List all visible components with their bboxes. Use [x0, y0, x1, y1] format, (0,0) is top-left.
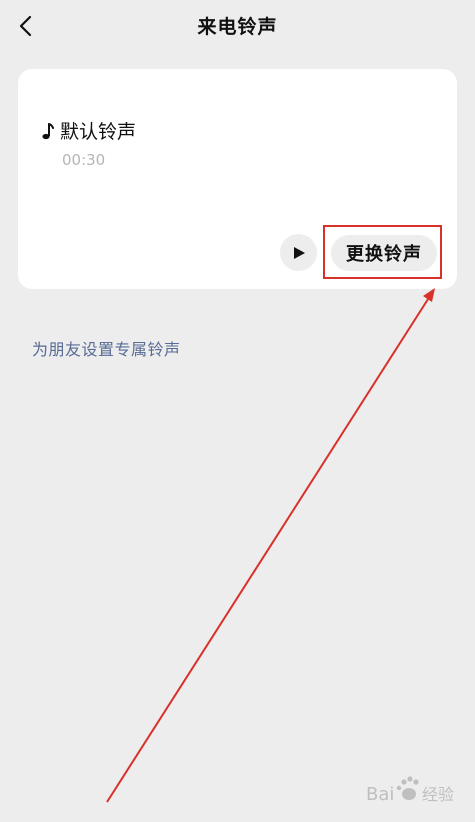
set-friend-ringtone-link[interactable]: 为朋友设置专属铃声: [32, 336, 181, 360]
ringtone-card: 默认铃声 00:30 更换铃声: [18, 69, 457, 289]
svg-text:Bai: Bai: [366, 784, 394, 805]
play-button[interactable]: [280, 234, 317, 271]
ringtone-duration: 00:30: [62, 151, 106, 169]
ringtone-row: 默认铃声: [38, 117, 136, 144]
svg-text:经验: 经验: [422, 785, 454, 804]
change-ringtone-button[interactable]: 更换铃声: [331, 235, 437, 271]
ringtone-name: 默认铃声: [60, 121, 137, 143]
play-icon: [293, 246, 305, 259]
baidu-watermark-logo: Bai 经验: [366, 774, 466, 812]
music-note-icon: [38, 121, 56, 141]
top-bar: 来电铃声: [0, 0, 475, 52]
page-title: 来电铃声: [197, 16, 278, 38]
